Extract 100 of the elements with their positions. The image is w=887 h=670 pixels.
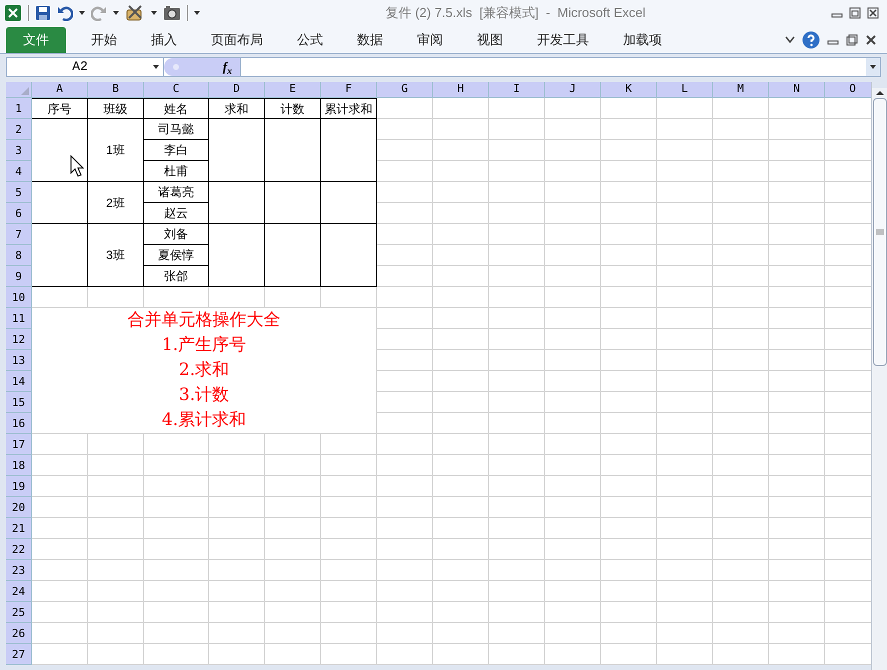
column-header[interactable]: C xyxy=(144,82,209,98)
row-header[interactable]: 9 xyxy=(6,266,32,287)
table-cell: 刘备 xyxy=(144,224,209,245)
row-header[interactable]: 13 xyxy=(6,350,32,371)
caret-icon xyxy=(151,11,157,15)
circle-icon xyxy=(172,63,180,71)
row-header[interactable]: 4 xyxy=(6,161,32,182)
row-header[interactable]: 25 xyxy=(6,602,32,623)
header-cell: 求和 xyxy=(209,98,265,119)
row-header[interactable]: 11 xyxy=(6,308,32,329)
table-cell: 夏侯惇 xyxy=(144,245,209,266)
row-header[interactable]: 22 xyxy=(6,539,32,560)
column-header[interactable]: N xyxy=(769,82,825,98)
help-icon[interactable] xyxy=(802,31,820,49)
table-cell: 李白 xyxy=(144,140,209,161)
table-cell: 司马懿 xyxy=(144,119,209,140)
ribbon-tab[interactable]: 开发工具 xyxy=(520,27,606,53)
caret-icon xyxy=(113,11,119,15)
row-header[interactable]: 8 xyxy=(6,245,32,266)
table-cell: 1班 xyxy=(88,119,144,182)
table-cell: 3班 xyxy=(88,224,144,287)
row-header[interactable]: 20 xyxy=(6,497,32,518)
row-header[interactable]: 7 xyxy=(6,224,32,245)
row-header[interactable]: 2 xyxy=(6,119,32,140)
row-header[interactable]: 23 xyxy=(6,560,32,581)
note-text: 1.产生序号 xyxy=(162,334,246,357)
close-icon[interactable] xyxy=(867,7,879,19)
column-header[interactable]: O xyxy=(825,82,871,98)
column-header[interactable]: H xyxy=(433,82,489,98)
caret-icon xyxy=(194,11,200,15)
ribbon-tab[interactable]: 开始 xyxy=(74,27,134,53)
file-tab[interactable]: 文件 xyxy=(6,27,66,53)
ribbon-tab[interactable]: 插入 xyxy=(134,27,194,53)
ribbon-tab[interactable]: 加载项 xyxy=(606,27,679,53)
close-icon[interactable] xyxy=(865,34,877,46)
row-header[interactable]: 14 xyxy=(6,371,32,392)
insert-function-button[interactable]: f$_{x}$ xyxy=(222,57,232,77)
column-header[interactable]: E xyxy=(265,82,321,98)
header-cell: 班级 xyxy=(88,98,144,119)
column-header[interactable]: I xyxy=(489,82,545,98)
caret-icon xyxy=(79,11,85,15)
header-cell: 姓名 xyxy=(144,98,209,119)
row-header[interactable]: 16 xyxy=(6,413,32,434)
column-header[interactable]: M xyxy=(713,82,769,98)
ribbon-tab[interactable]: 数据 xyxy=(340,27,400,53)
column-header[interactable]: G xyxy=(377,82,433,98)
row-header[interactable]: 12 xyxy=(6,329,32,350)
ribbon-tab[interactable]: 页面布局 xyxy=(194,27,280,53)
row-header[interactable]: 21 xyxy=(6,518,32,539)
note-text: 2.求和 xyxy=(178,359,230,382)
table-cell: 杜甫 xyxy=(144,161,209,182)
table-cell: 赵云 xyxy=(144,203,209,224)
ribbon-tab[interactable]: 视图 xyxy=(460,27,520,53)
restore-icon[interactable] xyxy=(849,7,861,19)
chevron-icon[interactable] xyxy=(785,36,795,44)
name-box[interactable]: A2 xyxy=(7,58,164,76)
table-cell: 张郃 xyxy=(144,266,209,287)
ribbon-tab[interactable]: 公式 xyxy=(280,27,340,53)
row-header[interactable]: 26 xyxy=(6,623,32,644)
column-header[interactable]: A xyxy=(32,82,88,98)
row-header[interactable]: 18 xyxy=(6,455,32,476)
caret-icon xyxy=(870,65,876,69)
row-header[interactable]: 1 xyxy=(6,98,32,119)
header-cell: 序号 xyxy=(32,98,88,119)
redo-icon[interactable] xyxy=(91,5,107,21)
ribbon-tab[interactable]: 审阅 xyxy=(400,27,460,53)
row-header[interactable]: 24 xyxy=(6,581,32,602)
note-text: 3.计数 xyxy=(178,384,230,407)
excel-logo-icon xyxy=(4,4,22,22)
table-cell: 诸葛亮 xyxy=(144,182,209,203)
caret-icon xyxy=(153,65,159,69)
header-cell: 计数 xyxy=(265,98,321,119)
restore-icon[interactable] xyxy=(846,34,858,46)
undo-icon[interactable] xyxy=(57,5,73,21)
table-cell: 2班 xyxy=(88,182,144,224)
merged-cell[interactable]: 合并单元格操作大全 1.产生序号 2.求和 3.计数 4.累计求和 xyxy=(32,308,377,434)
row-header[interactable]: 10 xyxy=(6,287,32,308)
row-header[interactable]: 15 xyxy=(6,392,32,413)
grip-icon xyxy=(876,229,884,235)
save-icon[interactable] xyxy=(35,5,51,21)
select-all-corner[interactable] xyxy=(6,82,32,98)
camera-icon[interactable] xyxy=(163,5,181,21)
note-text: 4.累计求和 xyxy=(162,409,246,432)
window-title: 复件 (2) 7.5.xls [兼容模式] - Microsoft Excel xyxy=(384,4,647,22)
mouse-pointer-icon xyxy=(70,155,84,177)
select-all-icon[interactable] xyxy=(21,87,29,95)
column-header[interactable]: F xyxy=(321,82,377,98)
column-header[interactable]: K xyxy=(601,82,657,98)
row-header[interactable]: 6 xyxy=(6,203,32,224)
row-header[interactable]: 27 xyxy=(6,644,32,665)
row-header[interactable]: 3 xyxy=(6,140,32,161)
row-header[interactable]: 17 xyxy=(6,434,32,455)
column-header[interactable]: D xyxy=(209,82,265,98)
row-header[interactable]: 19 xyxy=(6,476,32,497)
note-text: 合并单元格操作大全 xyxy=(128,309,280,332)
row-header[interactable]: 5 xyxy=(6,182,32,203)
column-header[interactable]: J xyxy=(545,82,601,98)
header-cell: 累计求和 xyxy=(321,98,377,119)
column-header[interactable]: L xyxy=(657,82,713,98)
column-header[interactable]: B xyxy=(88,82,144,98)
